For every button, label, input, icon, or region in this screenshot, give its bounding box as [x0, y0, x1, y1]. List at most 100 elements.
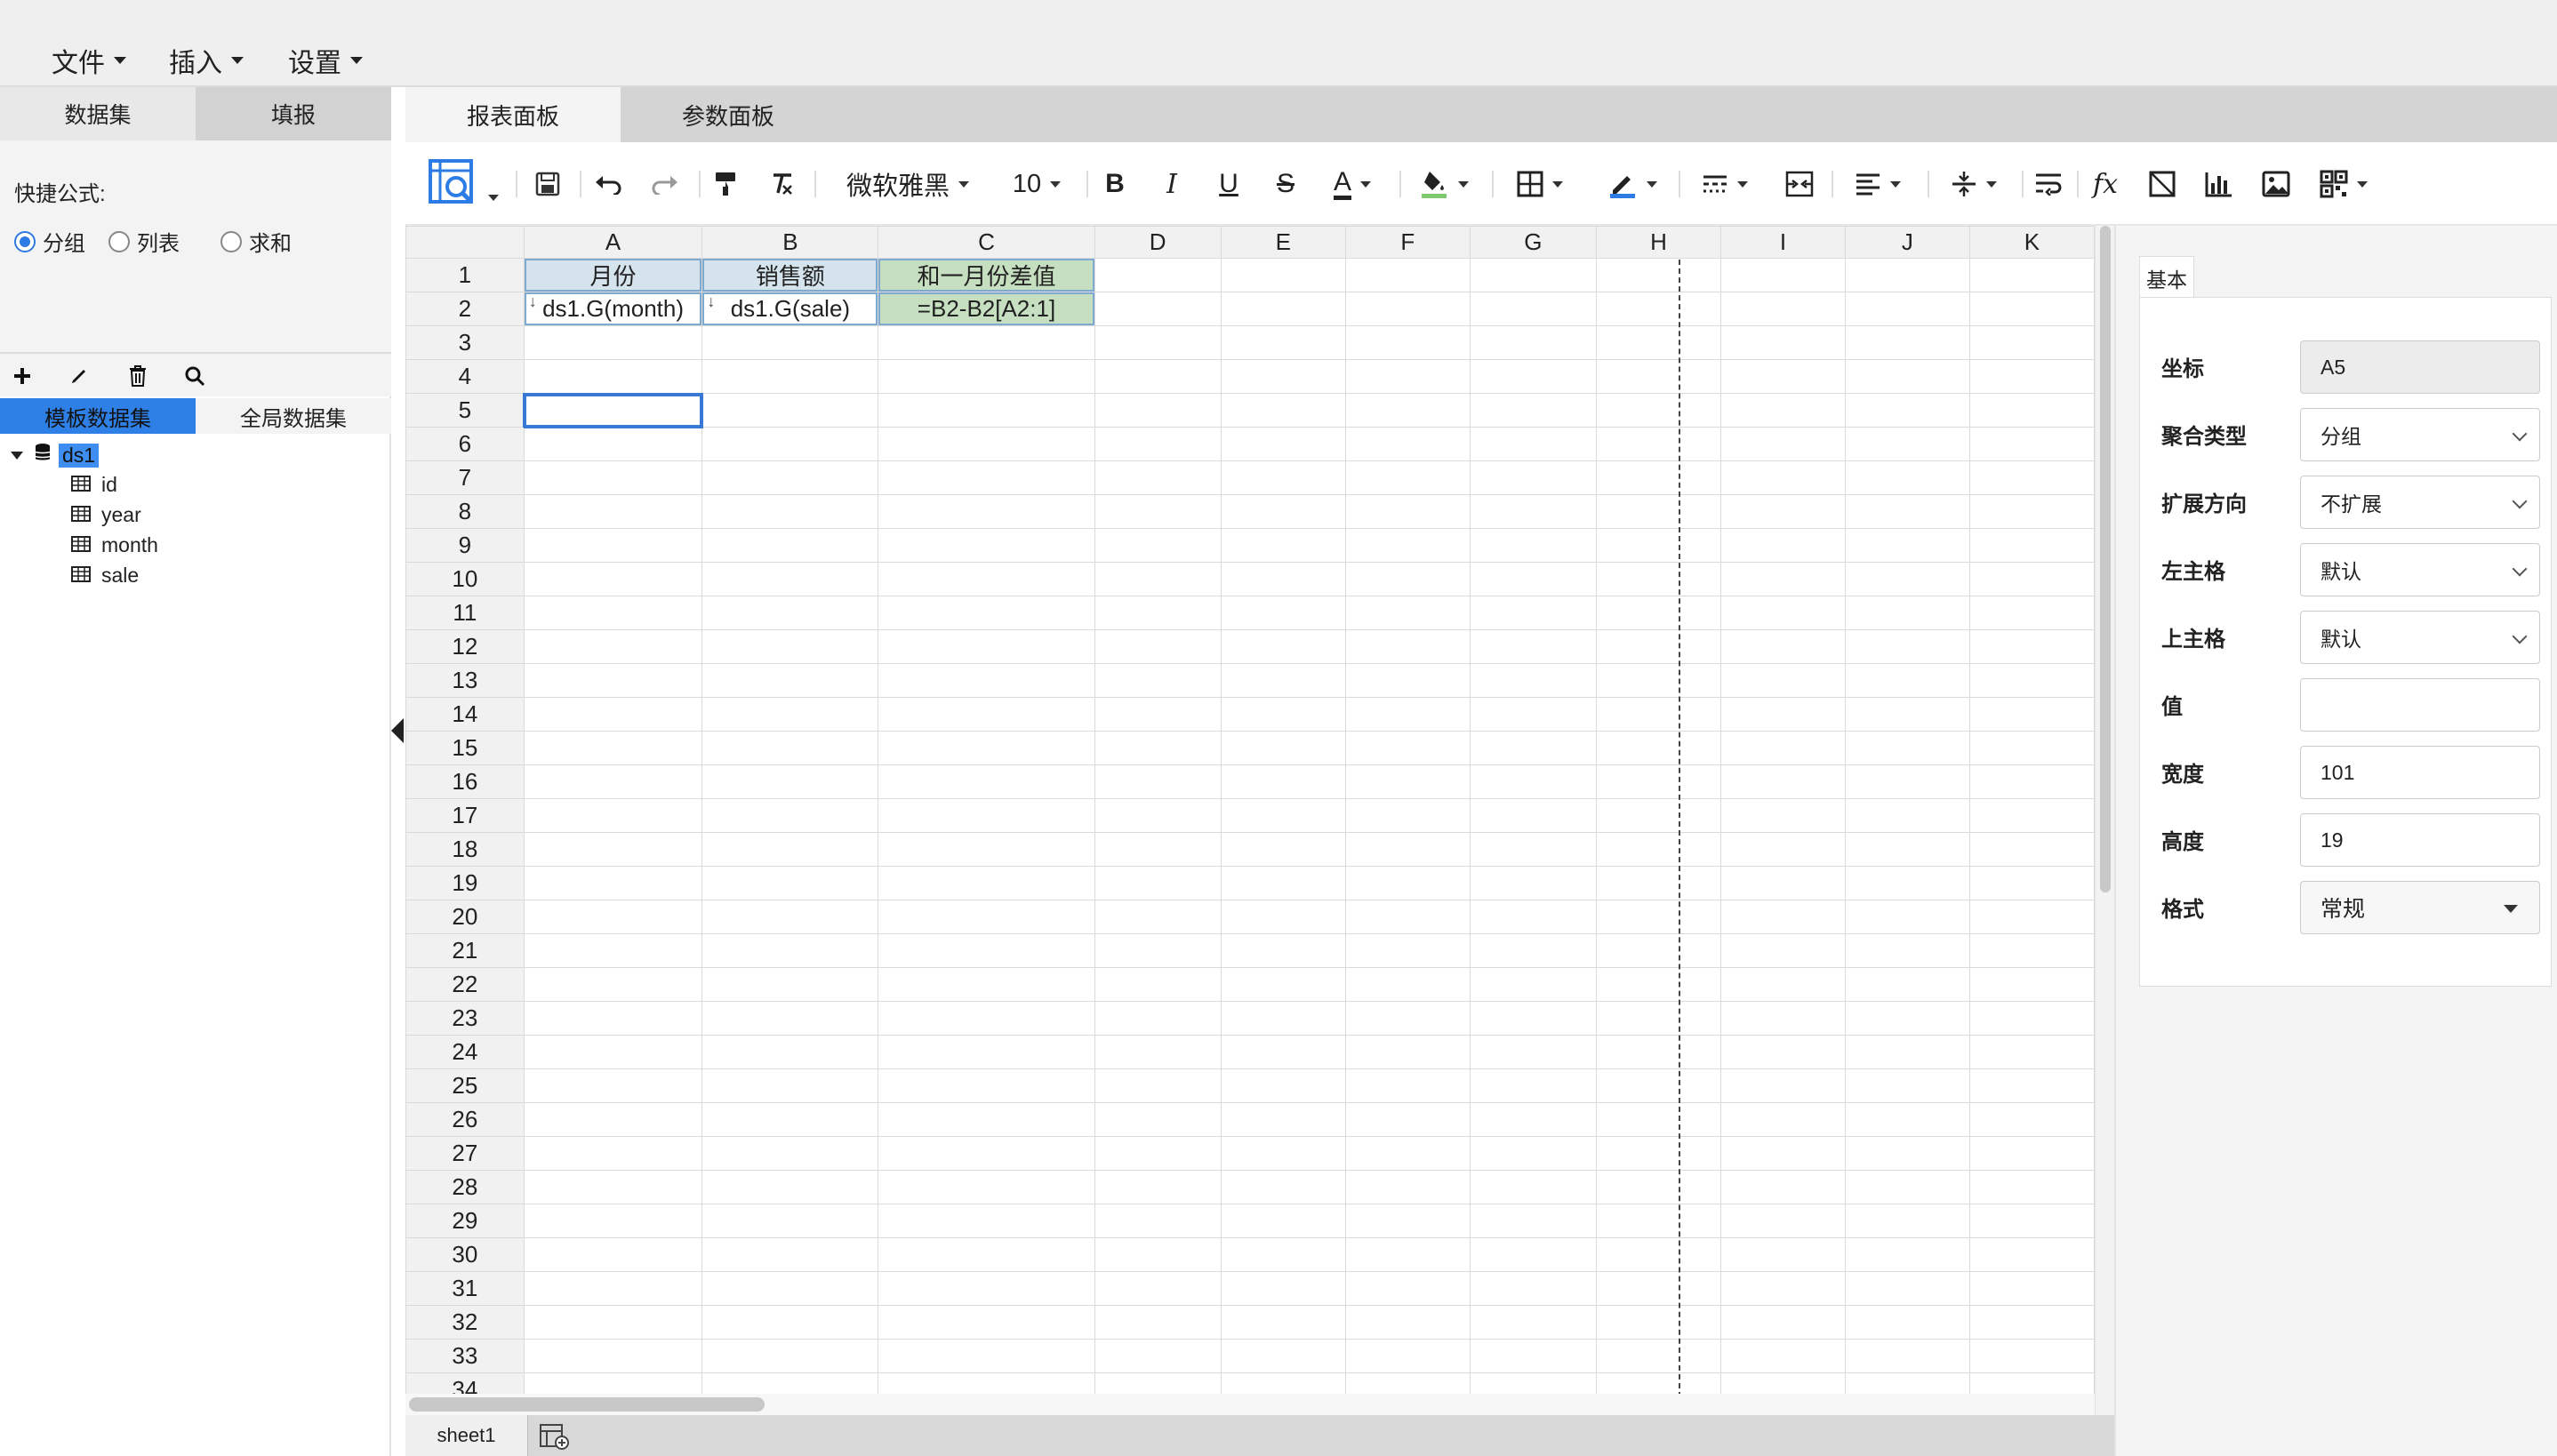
- cell-a16[interactable]: [523, 764, 703, 799]
- cell-b11[interactable]: [701, 596, 879, 630]
- cell-h25[interactable]: [1595, 1068, 1722, 1103]
- cell-c28[interactable]: [878, 1170, 1095, 1204]
- cell-e8[interactable]: [1220, 494, 1346, 529]
- italic-button[interactable]: I: [1154, 164, 1190, 204]
- tree-field-id[interactable]: id: [71, 473, 117, 497]
- cell-e2[interactable]: [1220, 292, 1346, 326]
- aggregation-type-select[interactable]: 分组: [2300, 408, 2540, 461]
- cell-j21[interactable]: [1844, 933, 1970, 968]
- cell-g2[interactable]: [1469, 292, 1597, 326]
- cell-d9[interactable]: [1094, 528, 1222, 563]
- cell-h19[interactable]: [1595, 866, 1722, 900]
- cell-c30[interactable]: [878, 1237, 1095, 1272]
- cell-e27[interactable]: [1220, 1136, 1346, 1171]
- radio-sum[interactable]: 求和: [220, 226, 292, 257]
- cell-h8[interactable]: [1595, 494, 1722, 529]
- cell-c12[interactable]: [878, 629, 1095, 664]
- cell-f17[interactable]: [1344, 798, 1471, 833]
- cell-k15[interactable]: [1968, 731, 2095, 765]
- cell-c16[interactable]: [878, 764, 1095, 799]
- cell-c18[interactable]: [878, 832, 1095, 867]
- row-header[interactable]: 20: [405, 900, 525, 934]
- cell-f32[interactable]: [1344, 1305, 1471, 1340]
- cell-g7[interactable]: [1469, 460, 1597, 495]
- cell-e5[interactable]: [1220, 393, 1346, 428]
- cell-j6[interactable]: [1844, 427, 1970, 461]
- cell-b6[interactable]: [701, 427, 879, 461]
- cell-k33[interactable]: [1968, 1339, 2095, 1373]
- cell-j8[interactable]: [1844, 494, 1970, 529]
- cell-d25[interactable]: [1094, 1068, 1222, 1103]
- cell-a9[interactable]: [523, 528, 703, 563]
- cell-d10[interactable]: [1094, 562, 1222, 596]
- cell-a18[interactable]: [523, 832, 703, 867]
- cell-e15[interactable]: [1220, 731, 1346, 765]
- cell-i4[interactable]: [1720, 359, 1846, 394]
- cell-k23[interactable]: [1968, 1001, 2095, 1036]
- cell-k26[interactable]: [1968, 1102, 2095, 1137]
- cell-h3[interactable]: [1595, 325, 1722, 360]
- cell-f11[interactable]: [1344, 596, 1471, 630]
- cell-f33[interactable]: [1344, 1339, 1471, 1373]
- scroll-thumb[interactable]: [409, 1397, 765, 1412]
- cell-j23[interactable]: [1844, 1001, 1970, 1036]
- row-header[interactable]: 28: [405, 1170, 525, 1204]
- cell-d6[interactable]: [1094, 427, 1222, 461]
- cell-j30[interactable]: [1844, 1237, 1970, 1272]
- cell-g9[interactable]: [1469, 528, 1597, 563]
- cell-e21[interactable]: [1220, 933, 1346, 968]
- cell-b30[interactable]: [701, 1237, 879, 1272]
- cell-e9[interactable]: [1220, 528, 1346, 563]
- cell-e18[interactable]: [1220, 832, 1346, 867]
- cell-k31[interactable]: [1968, 1271, 2095, 1306]
- cell-j26[interactable]: [1844, 1102, 1970, 1137]
- row-header[interactable]: 1: [405, 258, 525, 292]
- cell-i25[interactable]: [1720, 1068, 1846, 1103]
- cell-i13[interactable]: [1720, 663, 1846, 698]
- cell-k2[interactable]: [1968, 292, 2095, 326]
- cell-h31[interactable]: [1595, 1271, 1722, 1306]
- cell-f4[interactable]: [1344, 359, 1471, 394]
- cell-j20[interactable]: [1844, 900, 1970, 934]
- cell-i9[interactable]: [1720, 528, 1846, 563]
- row-header[interactable]: 5: [405, 393, 525, 428]
- cell-h9[interactable]: [1595, 528, 1722, 563]
- expand-triangle-icon[interactable]: [11, 451, 23, 460]
- cell-e30[interactable]: [1220, 1237, 1346, 1272]
- cell-i26[interactable]: [1720, 1102, 1846, 1137]
- cell-g6[interactable]: [1469, 427, 1597, 461]
- cell-e33[interactable]: [1220, 1339, 1346, 1373]
- cell-k25[interactable]: [1968, 1068, 2095, 1103]
- cell-j9[interactable]: [1844, 528, 1970, 563]
- row-header[interactable]: 9: [405, 528, 525, 563]
- cell-d28[interactable]: [1094, 1170, 1222, 1204]
- cell-f13[interactable]: [1344, 663, 1471, 698]
- cell-h10[interactable]: [1595, 562, 1722, 596]
- cell-k10[interactable]: [1968, 562, 2095, 596]
- cell-b1[interactable]: 销售额: [701, 258, 879, 292]
- cell-d7[interactable]: [1094, 460, 1222, 495]
- width-input[interactable]: 101: [2300, 746, 2540, 799]
- cell-k21[interactable]: [1968, 933, 2095, 968]
- row-header[interactable]: 27: [405, 1136, 525, 1171]
- cell-i24[interactable]: [1720, 1035, 1846, 1069]
- cell-j22[interactable]: [1844, 967, 1970, 1002]
- cell-c2[interactable]: =B2-B2[A2:1]: [878, 292, 1095, 326]
- cell-a5[interactable]: [523, 392, 703, 428]
- cell-h7[interactable]: [1595, 460, 1722, 495]
- cell-f30[interactable]: [1344, 1237, 1471, 1272]
- cell-a20[interactable]: [523, 900, 703, 934]
- cell-j2[interactable]: [1844, 292, 1970, 326]
- cell-c14[interactable]: [878, 697, 1095, 732]
- cell-d27[interactable]: [1094, 1136, 1222, 1171]
- row-header[interactable]: 13: [405, 663, 525, 698]
- tree-field-month[interactable]: month: [71, 533, 158, 557]
- cell-i7[interactable]: [1720, 460, 1846, 495]
- cell-e1[interactable]: [1220, 258, 1346, 292]
- cell-g32[interactable]: [1469, 1305, 1597, 1340]
- cell-k8[interactable]: [1968, 494, 2095, 529]
- cell-k29[interactable]: [1968, 1204, 2095, 1238]
- cell-i23[interactable]: [1720, 1001, 1846, 1036]
- cell-i3[interactable]: [1720, 325, 1846, 360]
- cell-g25[interactable]: [1469, 1068, 1597, 1103]
